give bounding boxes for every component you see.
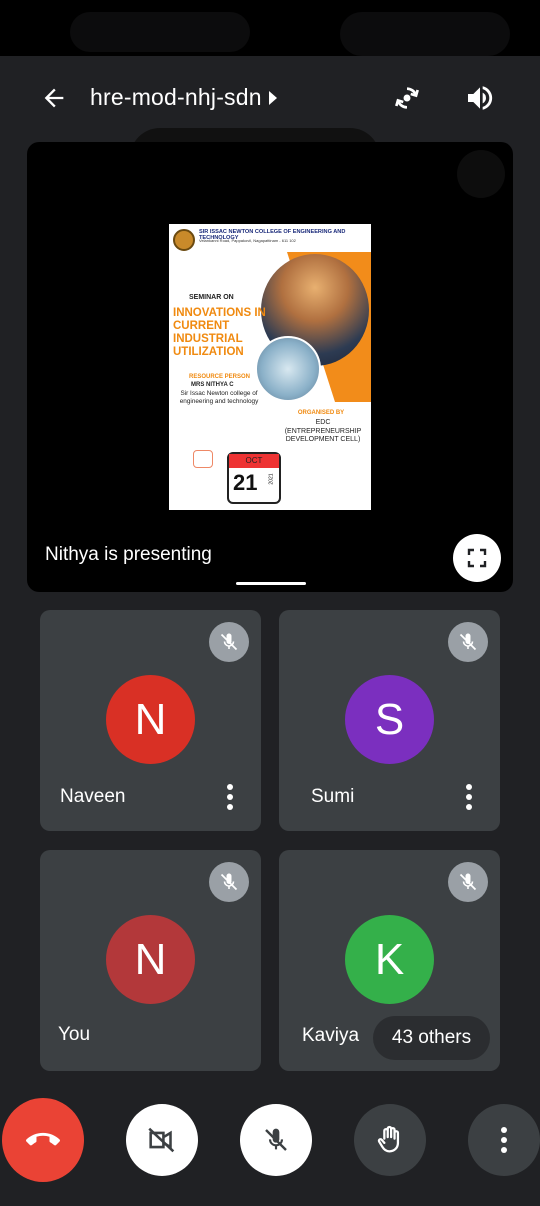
participant-tile[interactable]: N Naveen [40, 610, 261, 831]
shared-poster: SIR ISSAC NEWTON COLLEGE OF ENGINEERING … [169, 224, 371, 510]
more-options-button[interactable] [221, 782, 239, 812]
mic-toggle-button[interactable] [240, 1104, 312, 1176]
poster-seminar-label: SEMINAR ON [189, 294, 234, 301]
meeting-code-button[interactable]: hre-mod-nhj-sdn [90, 84, 278, 111]
calendar-date: OCT 21 2021 [227, 452, 281, 504]
muted-indicator [209, 862, 249, 902]
redacted-area [70, 12, 250, 52]
avatar: N [106, 675, 195, 764]
gear-icon [193, 450, 213, 468]
meeting-code: hre-mod-nhj-sdn [90, 84, 262, 110]
muted-indicator [448, 862, 488, 902]
back-button[interactable] [34, 78, 74, 118]
others-participants-button[interactable]: 43 others [373, 1016, 490, 1060]
end-call-icon [26, 1132, 60, 1146]
speaker-icon [468, 86, 493, 110]
college-logo [173, 229, 195, 251]
poster-resource-college: Sir Issac Newton college of engineering … [179, 390, 259, 405]
mic-off-icon [459, 633, 477, 651]
avatar: K [345, 915, 434, 1004]
speaker-button[interactable] [460, 78, 500, 118]
raise-hand-button[interactable] [354, 1104, 426, 1176]
redacted-area [340, 12, 510, 56]
calendar-year: 2021 [268, 473, 275, 485]
poster-resource-label: RESOURCE PERSON [189, 374, 251, 380]
more-vert-icon [466, 784, 472, 810]
calendar-day: 21 [233, 470, 258, 495]
poster-resource-name: MRS NITHYA C [191, 382, 234, 388]
end-call-button[interactable] [2, 1098, 84, 1182]
poster-address: Velankanni Road, Pappakovil, Nagapattina… [199, 238, 296, 243]
presentation-view[interactable]: SIR ISSAC NEWTON COLLEGE OF ENGINEERING … [27, 142, 513, 592]
participant-name: Sumi [311, 786, 355, 807]
more-vert-icon [501, 1127, 507, 1153]
raise-hand-icon [377, 1125, 400, 1153]
drag-handle[interactable] [236, 582, 306, 585]
more-vert-icon [227, 784, 233, 810]
presenting-label: Nithya is presenting [45, 544, 212, 565]
participant-name: You [58, 1024, 91, 1045]
switch-camera-button[interactable] [387, 78, 427, 118]
muted-indicator [448, 622, 488, 662]
fullscreen-button[interactable] [453, 534, 501, 582]
back-arrow-icon [44, 88, 64, 108]
more-options-button[interactable] [460, 782, 478, 812]
mic-off-icon [459, 873, 477, 891]
camera-off-icon [148, 1127, 175, 1153]
more-options-button[interactable] [468, 1104, 540, 1176]
avatar: S [345, 675, 434, 764]
poster-organised-by: EDC (ENTREPRENEURSHIP DEVELOPMENT CELL) [284, 419, 362, 443]
status-bar [0, 0, 540, 56]
top-bar: hre-mod-nhj-sdn [0, 60, 540, 136]
redacted-area [457, 150, 505, 198]
participant-tile-self[interactable]: N You [40, 850, 261, 1071]
participant-name: Naveen [60, 786, 126, 807]
participant-name: Kaviya [302, 1025, 360, 1046]
poster-seminar-title: INNOVATIONS IN CURRENT INDUSTRIAL UTILIZ… [173, 307, 266, 358]
fullscreen-icon [467, 548, 487, 568]
mic-off-icon [220, 633, 238, 651]
poster-organised-label: ORGANISED BY [297, 410, 345, 416]
muted-indicator [209, 622, 249, 662]
calendar-month: OCT [229, 454, 279, 468]
camera-toggle-button[interactable] [126, 1104, 198, 1176]
participant-tile[interactable]: S Sumi [279, 610, 500, 831]
dropdown-arrow-icon [268, 90, 277, 105]
mic-off-icon [265, 1128, 287, 1151]
switch-camera-icon [395, 87, 419, 109]
mic-off-icon [220, 873, 238, 891]
avatar: N [106, 915, 195, 1004]
